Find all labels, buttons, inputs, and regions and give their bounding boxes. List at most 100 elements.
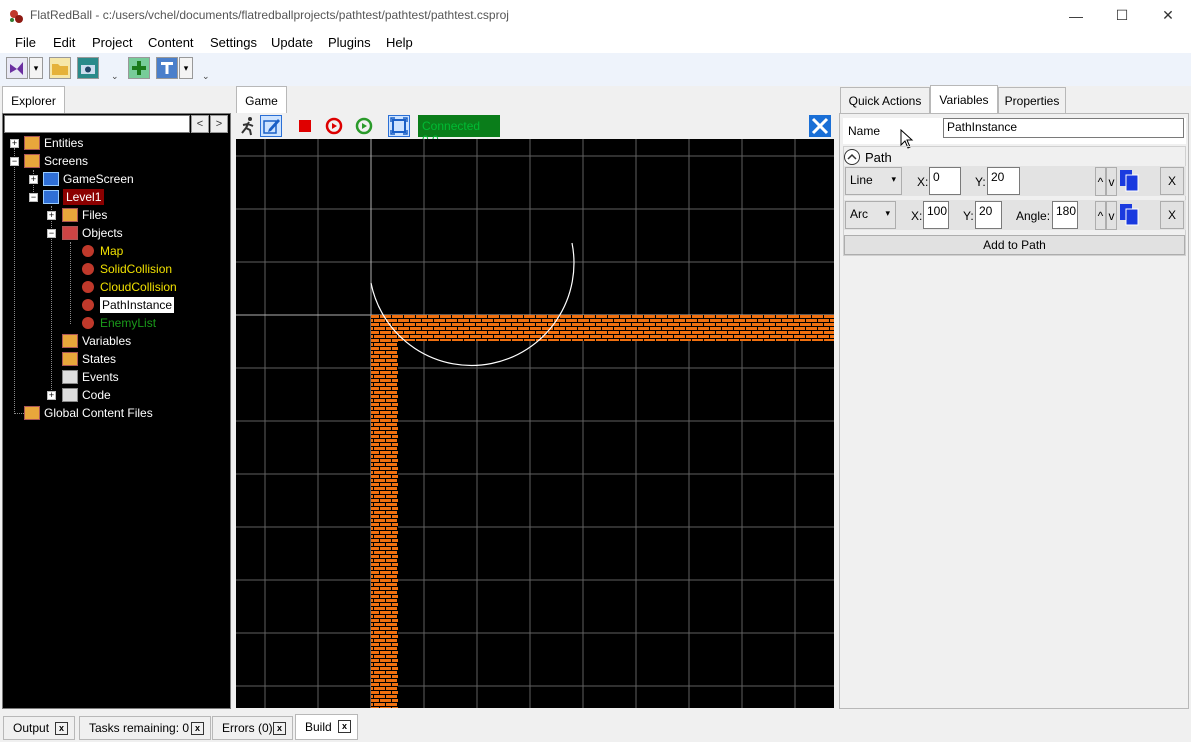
copy-icon[interactable] [1117, 201, 1143, 229]
tree-node-label: Files [82, 208, 108, 222]
visual-studio-dropdown[interactable]: ▾ [29, 57, 43, 79]
stop-icon[interactable] [294, 115, 316, 137]
close-icon[interactable]: x [55, 722, 68, 735]
segment-type-select[interactable]: Arc ▾ [845, 201, 896, 229]
folder-icon [24, 406, 40, 420]
remove-segment-button[interactable]: X [1160, 201, 1184, 229]
segment-y-label: Y: [963, 209, 974, 223]
tree-node-events[interactable]: Events [62, 368, 119, 386]
close-icon[interactable]: x [338, 720, 351, 733]
text-tool-icon[interactable] [156, 57, 178, 79]
segment-x-input[interactable]: 100 [923, 201, 949, 229]
collapse-level1[interactable]: − [29, 193, 38, 202]
menu-settings[interactable]: Settings [210, 35, 257, 50]
segment-y-input[interactable]: 20 [975, 201, 1002, 229]
tab-quick-actions[interactable]: Quick Actions [840, 87, 930, 114]
open-folder-icon[interactable] [49, 57, 71, 79]
menu-project[interactable]: Project [92, 35, 132, 50]
title-bar: FlatRedBall - c:/users/vchel/documents/f… [0, 0, 1191, 31]
path-arc [370, 242, 575, 367]
tree-node-objects[interactable]: Objects [62, 224, 123, 242]
menu-edit[interactable]: Edit [53, 35, 75, 50]
move-up-button[interactable]: ^ [1095, 201, 1106, 230]
restart-red-icon[interactable] [323, 115, 345, 137]
expand-code[interactable]: + [47, 391, 56, 400]
move-up-button[interactable]: ^ [1095, 167, 1106, 196]
tree-node-cloudcollision[interactable]: CloudCollision [80, 278, 177, 296]
copy-icon[interactable] [1117, 167, 1143, 195]
tree-node-variables[interactable]: Variables [62, 332, 131, 350]
collapse-screens[interactable]: − [10, 157, 19, 166]
focus-window-icon[interactable] [388, 115, 410, 137]
text-tool-dropdown[interactable]: ▾ [179, 57, 193, 79]
close-icon[interactable]: x [191, 722, 204, 735]
game-viewport[interactable] [236, 139, 834, 708]
tree-node-label: Global Content Files [44, 406, 153, 420]
object-icon [82, 245, 94, 257]
tree-node-level1[interactable]: Level1 [43, 188, 105, 206]
segment-angle-input[interactable]: 180 [1052, 201, 1078, 229]
tree-node-global-content-files[interactable]: Global Content Files [24, 404, 153, 422]
tab-build[interactable]: Build x [295, 714, 358, 740]
expand-entities[interactable]: + [10, 139, 19, 148]
tab-output[interactable]: Output x [3, 716, 75, 740]
expand-files[interactable]: + [47, 211, 56, 220]
menu-update[interactable]: Update [271, 35, 313, 50]
nav-forward-button[interactable]: > [210, 115, 228, 133]
tree-node-label: Objects [82, 226, 123, 240]
restart-green-icon[interactable] [353, 115, 375, 137]
menu-plugins[interactable]: Plugins [328, 35, 371, 50]
close-button[interactable]: ✕ [1145, 0, 1191, 31]
add-entity-icon[interactable] [128, 57, 150, 79]
collapse-path-icon[interactable] [843, 148, 861, 166]
nav-back-button[interactable]: < [191, 115, 209, 133]
menu-help[interactable]: Help [386, 35, 413, 50]
tab-explorer[interactable]: Explorer [2, 86, 65, 114]
segment-type-value: Line [850, 173, 873, 187]
edit-mode-icon[interactable] [260, 115, 282, 137]
tree-node-label: GameScreen [63, 172, 134, 186]
settings-wrench-icon[interactable] [809, 115, 831, 137]
move-down-button[interactable]: v [1106, 167, 1117, 196]
folder-icon [62, 352, 78, 366]
tab-errors-label: Errors (0) [222, 721, 273, 735]
visual-studio-icon[interactable] [6, 57, 28, 79]
menu-file[interactable]: File [15, 35, 36, 50]
collapse-objects[interactable]: − [47, 229, 56, 238]
move-down-button[interactable]: v [1106, 201, 1117, 230]
tree-node-files[interactable]: Files [62, 206, 107, 224]
camera-icon[interactable] [77, 57, 99, 79]
tree-node-gamescreen[interactable]: GameScreen [43, 170, 134, 188]
tab-build-label: Build [305, 720, 332, 734]
tab-tasks-label: Tasks remaining: 0 [89, 721, 190, 735]
tree-node-pathinstance[interactable]: PathInstance [80, 296, 175, 314]
tab-variables[interactable]: Variables [930, 85, 998, 114]
close-icon[interactable]: x [273, 722, 286, 735]
name-input[interactable]: PathInstance [943, 118, 1184, 138]
segment-y-input[interactable]: 20 [987, 167, 1020, 195]
tree-node-code[interactable]: Code [62, 386, 111, 404]
minimize-button[interactable]: — [1053, 0, 1099, 31]
menu-content[interactable]: Content [148, 35, 194, 50]
folder-icon [62, 334, 78, 348]
remove-segment-button[interactable]: X [1160, 167, 1184, 195]
explorer-search-input[interactable] [4, 115, 190, 133]
game-canvas [236, 139, 834, 708]
segment-x-input[interactable]: 0 [929, 167, 961, 195]
tree-node-entities[interactable]: Entities [24, 134, 83, 152]
tree-node-enemylist[interactable]: EnemyList [80, 314, 156, 332]
run-icon[interactable] [237, 115, 259, 137]
tab-tasks[interactable]: Tasks remaining: 0 x [79, 716, 211, 740]
tab-properties[interactable]: Properties [998, 87, 1066, 114]
tree-node-screens[interactable]: Screens [24, 152, 88, 170]
tab-game[interactable]: Game [236, 86, 287, 114]
tree-node-states[interactable]: States [62, 350, 116, 368]
segment-type-select[interactable]: Line ▾ [845, 167, 902, 195]
maximize-button[interactable]: ☐ [1099, 0, 1145, 31]
tree-node-label: States [82, 352, 117, 366]
add-to-path-button[interactable]: Add to Path [844, 235, 1185, 255]
expand-gamescreen[interactable]: + [29, 175, 38, 184]
tree-node-solidcollision[interactable]: SolidCollision [80, 260, 172, 278]
tree-node-map[interactable]: Map [80, 242, 123, 260]
tab-errors[interactable]: Errors (0) x [212, 716, 293, 740]
